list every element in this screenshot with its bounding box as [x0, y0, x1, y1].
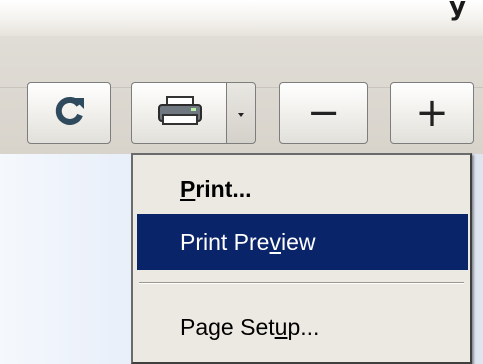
refresh-icon: [52, 94, 86, 132]
menu-item-print-preview[interactable]: Print Preview: [137, 214, 468, 270]
zoom-out-button[interactable]: −: [279, 82, 368, 144]
page-preview-panel: [0, 154, 134, 364]
menu-separator: [139, 282, 464, 284]
menu-item-label: Page Setup...: [180, 314, 320, 340]
menu-item-label: Print...: [180, 176, 252, 202]
preview-right-edge: [473, 154, 483, 364]
partial-title-text: y: [449, 0, 466, 22]
print-dropdown-button[interactable]: [226, 82, 256, 144]
print-button[interactable]: [131, 82, 227, 144]
zoom-in-button[interactable]: +: [390, 82, 474, 144]
minus-icon: −: [306, 90, 341, 136]
menu-item-print[interactable]: Print...: [137, 161, 468, 217]
mnemonic-char: u: [274, 314, 288, 340]
print-menu: Print... Print Preview Page Setup...: [131, 153, 472, 364]
printer-icon: [155, 94, 205, 132]
window-top-strip: [0, 0, 483, 36]
menu-item-page-setup[interactable]: Page Setup...: [137, 299, 468, 355]
mnemonic-char: v: [269, 229, 281, 255]
plus-icon: +: [415, 90, 449, 136]
refresh-button[interactable]: [27, 82, 111, 144]
mnemonic-char: P: [180, 176, 196, 202]
menu-item-label: Print Preview: [180, 229, 316, 255]
dropdown-arrow-icon: [236, 104, 246, 123]
